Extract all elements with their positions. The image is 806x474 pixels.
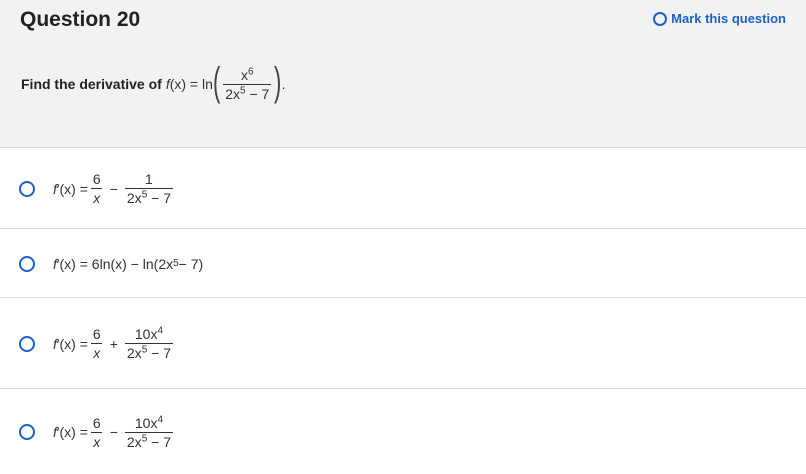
option-1-math: f ′(x) = 6 x − 1 2x5 − 7: [53, 171, 176, 206]
option-4-f2-num: 10x: [134, 414, 158, 431]
option-1-lhs: ′(x) =: [56, 180, 88, 197]
option-3-f2-num-exp: 4: [157, 325, 164, 337]
option-4-f1-den: x: [93, 433, 101, 450]
question-header: Question 20 Mark this question Find the …: [0, 0, 806, 148]
mark-circle-icon: [653, 11, 668, 26]
radio-button-3[interactable]: [19, 335, 35, 352]
question-prompt: Find the derivative of f (x) = ln ( x6 2…: [21, 58, 286, 110]
option-3-f2-den-base: 2x: [126, 345, 142, 361]
mark-question-button[interactable]: Mark this question: [653, 11, 786, 26]
radio-button-1[interactable]: [19, 180, 35, 197]
option-1-f1-den-wrap: x: [91, 188, 103, 206]
option-3-f1-den-wrap: x: [91, 343, 103, 361]
option-3-f1-num: 6: [92, 326, 101, 342]
option-3-f2-den-tail: − 7: [147, 345, 171, 361]
prompt-end: .: [281, 76, 286, 92]
option-4-f2-den-tail: − 7: [147, 433, 171, 450]
option-4-f1-num: 6: [92, 414, 101, 431]
option-1-operator: −: [109, 180, 118, 197]
prompt-math: f (x) = ln ( x6 2x5 − 7 ) .: [166, 60, 286, 104]
option-1-f1-den: x: [93, 190, 101, 206]
option-2-lhs: ′(x) = 6ln(x) − ln(2x: [56, 255, 174, 272]
option-4-operator: −: [109, 424, 118, 440]
option-4-fraction-2: 10x4 2x5 − 7: [124, 413, 173, 450]
question-title: Question 20: [20, 8, 141, 31]
option-4-f1-den-wrap: x: [91, 431, 103, 450]
option-4-f2-den-base: 2x: [126, 433, 142, 450]
answer-option-3[interactable]: f ′(x) = 6 x + 10x4 2x5 − 7: [0, 299, 806, 389]
option-3-f2-num-wrap: 10x4: [133, 326, 165, 343]
prompt-fraction: x6 2x5 − 7: [223, 65, 272, 102]
option-3-math: f ′(x) = 6 x + 10x4 2x5 − 7: [53, 326, 176, 361]
option-4-f2-num-wrap: 10x4: [133, 413, 165, 432]
option-3-lhs: ′(x) =: [56, 335, 88, 352]
option-1-fraction-2: 1 2x5 − 7: [124, 171, 173, 206]
radio-button-4[interactable]: [19, 424, 35, 440]
prompt-text: Find the derivative of: [21, 76, 162, 92]
option-1-f2-num: 1: [145, 171, 153, 187]
prompt-den-tail: − 7: [245, 85, 270, 102]
option-2-math: f ′(x) = 6ln(x) − ln(2x 5 − 7): [53, 255, 204, 272]
option-4-f2-den: 2x5 − 7: [124, 431, 173, 450]
option-4-math: f ′(x) = 6 x − 10x4 2x5 − 7: [53, 413, 176, 450]
prompt-fraction-num: x6: [239, 65, 256, 84]
right-paren: ): [274, 60, 282, 104]
option-1-f2-den: 2x5 − 7: [124, 188, 173, 206]
answer-option-2[interactable]: f ′(x) = 6ln(x) − ln(2x 5 − 7): [0, 230, 806, 298]
option-3-fraction-2: 10x4 2x5 − 7: [124, 326, 173, 361]
prompt-fraction-den: 2x5 − 7: [223, 83, 272, 102]
radio-button-2[interactable]: [19, 255, 35, 272]
option-3-fraction-1: 6 x: [91, 326, 103, 361]
option-1-f2-den-tail: − 7: [147, 190, 171, 206]
answer-option-4[interactable]: f ′(x) = 6 x − 10x4 2x5 − 7: [0, 390, 806, 474]
option-3-operator: +: [109, 335, 118, 352]
option-4-fraction-1: 6 x: [91, 415, 103, 450]
option-4-lhs: ′(x) =: [56, 424, 88, 440]
mark-question-label: Mark this question: [671, 11, 786, 26]
option-1-fraction-1: 6 x: [91, 171, 103, 206]
prompt-num-base: x: [240, 66, 248, 83]
option-1-f2-den-base: 2x: [126, 190, 142, 206]
option-3-f2-den: 2x5 − 7: [124, 343, 173, 361]
prompt-num-exp: 6: [247, 65, 254, 77]
left-paren: (: [212, 60, 221, 104]
option-4-f2-num-exp: 4: [157, 413, 164, 425]
prompt-func-arg: (x) = ln: [169, 76, 213, 92]
option-2-tail: − 7): [178, 255, 204, 272]
option-1-f1-num: 6: [92, 171, 101, 187]
option-3-f1-den: x: [93, 345, 101, 361]
option-1-f2-num-wrap: 1: [143, 171, 155, 188]
answer-option-1[interactable]: f ′(x) = 6 x − 1 2x5 − 7: [0, 149, 806, 229]
option-3-f2-num: 10x: [134, 326, 158, 342]
prompt-den-base: 2x: [225, 85, 241, 102]
